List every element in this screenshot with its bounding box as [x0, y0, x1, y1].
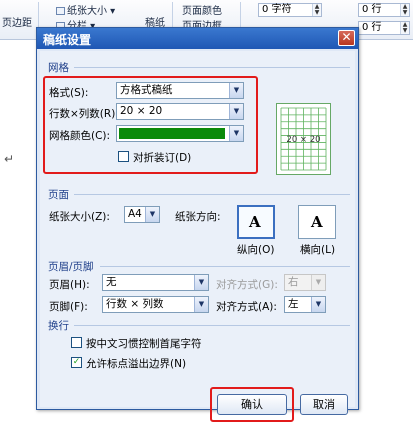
page-margin-button[interactable]: 页边距: [2, 14, 32, 29]
chevron-down-icon: ▼: [194, 275, 208, 290]
chevron-down-icon: ▼: [229, 126, 243, 141]
chinese-wrap-label[interactable]: 按中文习惯控制首尾字符: [86, 336, 202, 351]
paper-size-label: 纸张大小(Z):: [49, 211, 110, 223]
header-label: 页眉(H):: [49, 279, 90, 291]
chevron-down-icon: ▼: [145, 207, 159, 222]
grid-color-select[interactable]: ▼: [116, 125, 244, 142]
grid-preview: 20 × 20: [276, 103, 331, 175]
punctuation-overflow-label[interactable]: 允许标点溢出边界(N): [86, 356, 186, 371]
format-label: 格式(S):: [49, 87, 89, 99]
cancel-button[interactable]: 取消: [300, 394, 348, 415]
ok-button[interactable]: 确认: [217, 394, 287, 415]
header-footer-section-heading: 页眉/页脚: [48, 261, 94, 273]
paper-size-icon: [56, 7, 65, 15]
close-button[interactable]: ✕: [338, 30, 355, 46]
paper-size-button[interactable]: 纸张大小 ▾: [56, 2, 115, 17]
footer-align-select[interactable]: 左 ▼: [284, 296, 326, 313]
footer-label: 页脚(F):: [49, 301, 88, 313]
draft-paper-settings-dialog: 稿纸设置 ✕ 网格 格式(S): 方格式稿纸 ▼ 行数×列数(R): 20 × 2…: [36, 27, 359, 422]
portrait-icon: A: [249, 213, 261, 231]
punctuation-overflow-checkbox[interactable]: ✓: [71, 357, 82, 368]
grid-preview-text: 20 × 20: [286, 135, 321, 145]
paper-size-select[interactable]: A4 ▼: [124, 206, 160, 223]
chevron-down-icon: ▼: [229, 104, 243, 119]
grid-section-heading: 网格: [48, 62, 69, 74]
header-align-label: 对齐方式(G):: [216, 279, 278, 291]
grid-color-label: 网格颜色(C):: [49, 130, 111, 142]
portrait-label: 纵向(O): [237, 244, 275, 256]
chevron-down-icon: ▼: [311, 275, 325, 290]
fold-binding-label[interactable]: 对折装订(D): [133, 150, 191, 165]
chevron-down-icon: ▼: [229, 83, 243, 98]
wrap-section-heading: 换行: [48, 320, 69, 332]
footer-align-label: 对齐方式(A):: [216, 301, 277, 313]
document-page: ↵: [0, 40, 36, 410]
chevron-down-icon: ▼: [194, 297, 208, 312]
header-select[interactable]: 无 ▼: [102, 274, 209, 291]
chinese-wrap-checkbox[interactable]: [71, 337, 82, 348]
page-section-heading: 页面: [48, 189, 69, 201]
grid-color-swatch: [119, 128, 225, 139]
dialog-body: 网格 格式(S): 方格式稿纸 ▼ 行数×列数(R): 20 × 20 ▼ 网格颜色…: [40, 51, 355, 422]
fold-binding-checkbox[interactable]: [118, 151, 129, 162]
dialog-title: 稿纸设置: [43, 33, 92, 47]
rows-columns-label: 行数×列数(R):: [49, 108, 119, 120]
landscape-label: 横向(L): [300, 244, 336, 256]
spinner-icon[interactable]: ▲ ▼: [312, 4, 321, 16]
page-color-button[interactable]: 页面颜色: [182, 2, 222, 17]
dialog-titlebar[interactable]: 稿纸设置 ✕: [37, 28, 358, 49]
header-align-select[interactable]: 右 ▼: [284, 274, 326, 291]
landscape-button[interactable]: A: [298, 205, 336, 239]
indent-field[interactable]: 0 字符 ▲ ▼: [258, 3, 322, 17]
divider: [100, 266, 350, 267]
format-select[interactable]: 方格式稿纸 ▼: [116, 82, 244, 99]
divider: [74, 325, 350, 326]
footer-select[interactable]: 行数 × 列数 ▼: [102, 296, 209, 313]
portrait-button[interactable]: A: [237, 205, 275, 239]
paragraph-mark-icon: ↵: [4, 152, 15, 166]
divider: [74, 194, 350, 195]
landscape-icon: A: [311, 213, 323, 231]
spacing-field[interactable]: 0 行 ▲ ▼: [358, 21, 410, 35]
rows-columns-select[interactable]: 20 × 20 ▼: [116, 103, 244, 120]
spinner-icon[interactable]: ▲ ▼: [400, 4, 409, 16]
divider: [74, 67, 350, 68]
spinner-icon[interactable]: ▲ ▼: [400, 22, 409, 34]
orientation-label: 纸张方向:: [175, 211, 221, 223]
chevron-down-icon: ▼: [311, 297, 325, 312]
spacing-field[interactable]: 0 行 ▲ ▼: [358, 3, 410, 17]
